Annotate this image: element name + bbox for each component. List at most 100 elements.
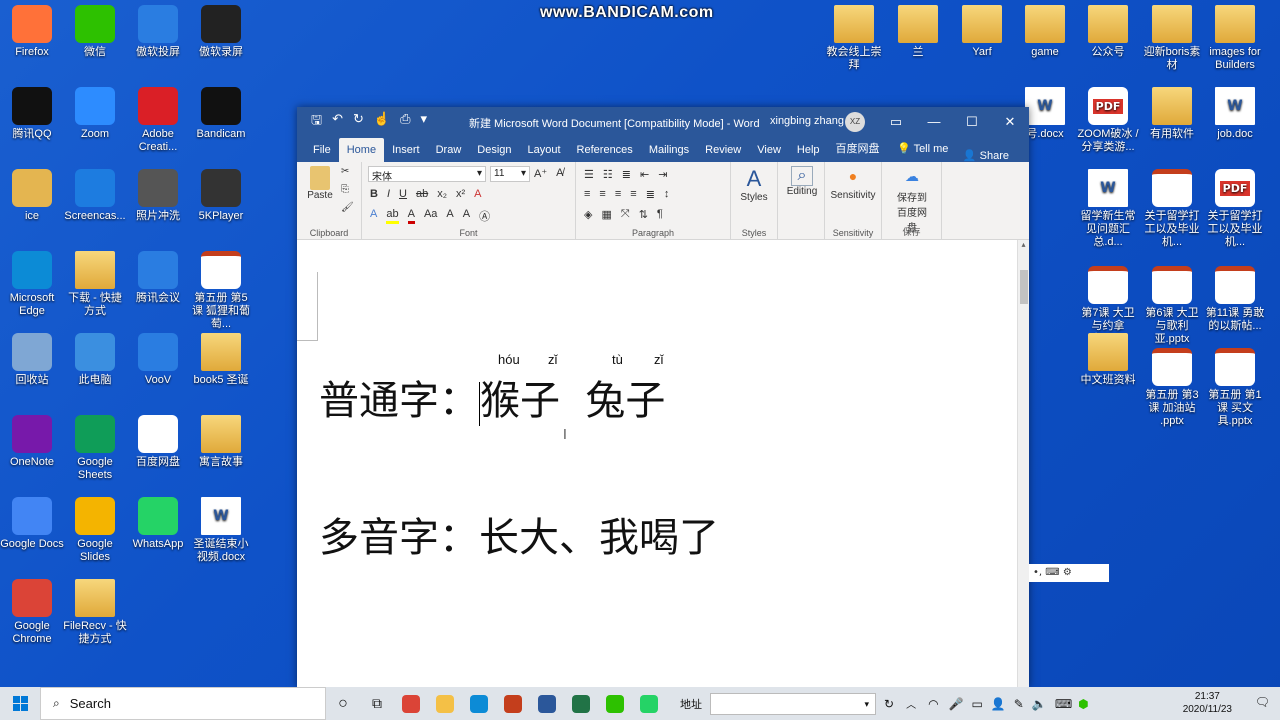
tab-百度网盘[interactable]: 百度网盘 xyxy=(828,134,888,162)
highlight-icon[interactable]: ab xyxy=(386,208,399,224)
text-effects-icon[interactable]: A xyxy=(474,188,481,200)
numbering-icon[interactable]: ☷ xyxy=(603,168,613,181)
tab-home[interactable]: Home xyxy=(338,138,385,162)
grow-font-size-icon[interactable]: A xyxy=(446,208,453,224)
address-box[interactable]: ▾ xyxy=(710,692,876,715)
print-preview-icon[interactable]: ⎙ xyxy=(400,111,410,133)
change-case-icon[interactable]: Aa xyxy=(424,208,437,224)
edge-icon[interactable] xyxy=(462,687,496,720)
desktop-right-icon-8[interactable]: PDF ZOOM破冰 / 分享类游... xyxy=(1076,87,1140,154)
font-name-select[interactable]: 宋体 ▾ xyxy=(368,166,486,183)
clear-format-icon[interactable]: A̸ xyxy=(556,167,563,180)
microphone-icon[interactable]: 🎤 xyxy=(949,697,964,711)
network-icon[interactable]: ◠ xyxy=(928,697,938,711)
desktop-left-icon-18[interactable]: VooV xyxy=(126,333,190,387)
desktop-left-icon-19[interactable]: book5 圣诞 xyxy=(189,333,253,387)
bold-icon[interactable]: B xyxy=(370,188,378,200)
close-icon[interactable]: ✕ xyxy=(991,107,1029,136)
desktop-right-icon-2[interactable]: Yarf xyxy=(950,5,1014,59)
styles-button[interactable]: A Styles xyxy=(737,166,771,203)
desktop-left-icon-5[interactable]: Zoom xyxy=(63,87,127,141)
touch-mode-icon[interactable]: ☝ xyxy=(374,111,390,133)
customize-qa-icon[interactable]: ▾ xyxy=(420,111,427,133)
clock[interactable]: 21:37 2020/11/23 xyxy=(1183,690,1232,716)
underline-icon[interactable]: U xyxy=(399,188,407,200)
tray-chevron-icon[interactable]: ︿ xyxy=(906,696,916,711)
desktop-left-icon-2[interactable]: 傲软投屏 xyxy=(126,5,190,59)
desktop-left-icon-9[interactable]: Screencas... xyxy=(63,169,127,223)
desktop-right-icon-1[interactable]: 兰 xyxy=(886,5,950,59)
desktop-left-icon-11[interactable]: 5KPlayer xyxy=(189,169,253,223)
ime-toolbar[interactable]: •, ⌨ ⚙ xyxy=(1029,564,1109,582)
tab-layout[interactable]: Layout xyxy=(520,138,569,162)
sensitivity-button[interactable]: ● Sensitivity xyxy=(827,168,879,201)
tab-file[interactable]: File xyxy=(305,138,339,162)
decrease-indent-icon[interactable]: ⇤ xyxy=(640,168,649,181)
tab-review[interactable]: Review xyxy=(697,138,749,162)
superscript-icon[interactable]: x² xyxy=(456,188,465,200)
save-icon[interactable]: 🖫 xyxy=(311,111,322,133)
cortana-icon[interactable]: ○ xyxy=(326,687,360,720)
align-left-icon[interactable]: ≡ xyxy=(584,188,590,201)
maximize-icon[interactable]: ☐ xyxy=(953,107,991,136)
file-explorer-icon[interactable] xyxy=(428,687,462,720)
font-color-icon[interactable]: A xyxy=(407,208,415,224)
char-shading-icon[interactable]: Ⓐ xyxy=(479,208,490,224)
desktop-right-icon-13[interactable]: PDF 关于留学打工以及毕业机... xyxy=(1203,169,1267,249)
show-marks-icon[interactable]: ¶ xyxy=(657,208,663,221)
font-size-select[interactable]: 11 ▾ xyxy=(490,166,530,182)
wechat-icon[interactable] xyxy=(598,687,632,720)
whatsapp-icon[interactable] xyxy=(632,687,666,720)
desktop-left-icon-0[interactable]: Firefox xyxy=(0,5,64,59)
desktop-left-icon-27[interactable]: W 圣诞结束小视频.docx xyxy=(189,497,253,564)
tab-view[interactable]: View xyxy=(749,138,789,162)
desktop-right-icon-0[interactable]: 教会线上崇拜 xyxy=(822,5,886,72)
ribbon-display-icon[interactable]: ▭ xyxy=(877,107,915,136)
distributed-icon[interactable]: ≣ xyxy=(646,188,655,201)
desktop-left-icon-29[interactable]: FileRecv - 快捷方式 xyxy=(63,579,127,646)
desktop-left-icon-3[interactable]: 傲软录屏 xyxy=(189,5,253,59)
volume-icon[interactable]: 🔈 xyxy=(1032,697,1047,711)
shading-icon[interactable]: ◈ xyxy=(584,208,592,221)
desktop-left-icon-12[interactable]: Microsoft Edge xyxy=(0,251,64,318)
paste-button[interactable]: Paste xyxy=(307,166,333,201)
desktop-right-icon-16[interactable]: 第11课 勇敢的以斯帖... xyxy=(1203,266,1267,333)
desktop-left-icon-21[interactable]: Google Sheets xyxy=(63,415,127,482)
desktop-left-icon-17[interactable]: 此电脑 xyxy=(63,333,127,387)
line-spacing-icon[interactable]: ↕ xyxy=(664,188,670,201)
minimize-icon[interactable]: — xyxy=(915,107,953,136)
scroll-up-icon[interactable]: ▴ xyxy=(1018,240,1029,249)
tab-mailings[interactable]: Mailings xyxy=(641,138,697,162)
desktop-left-icon-20[interactable]: OneNote xyxy=(0,415,64,469)
pen-icon[interactable]: ✎ xyxy=(1014,697,1024,711)
keyboard-icon[interactable]: ⌨ xyxy=(1055,697,1072,711)
vertical-scrollbar[interactable]: ▴ xyxy=(1017,240,1029,687)
desktop-right-icon-15[interactable]: 第6课 大卫与歌利亚.pptx xyxy=(1140,266,1204,346)
copy-icon[interactable]: ⎘ xyxy=(341,184,349,195)
desktop-left-icon-22[interactable]: 百度网盘 xyxy=(126,415,190,469)
desktop-left-icon-8[interactable]: ice xyxy=(0,169,64,223)
desktop-right-icon-5[interactable]: 迎新boris素材 xyxy=(1140,5,1204,72)
desktop-left-icon-6[interactable]: Adobe Creati... xyxy=(126,87,190,154)
excel-icon[interactable] xyxy=(564,687,598,720)
word-icon[interactable] xyxy=(530,687,564,720)
notification-icon[interactable]: 🗨 xyxy=(1255,695,1270,709)
desktop-left-icon-10[interactable]: 照片冲洗 xyxy=(126,169,190,223)
powerpoint-icon[interactable] xyxy=(496,687,530,720)
tab-design[interactable]: Design xyxy=(469,138,519,162)
desktop-left-icon-13[interactable]: 下载 - 快捷方式 xyxy=(63,251,127,318)
chrome-icon[interactable] xyxy=(394,687,428,720)
tab-help[interactable]: Help xyxy=(789,138,828,162)
format-painter-icon[interactable]: 🖌 xyxy=(341,202,354,213)
tab-insert[interactable]: Insert xyxy=(384,138,428,162)
tell-me[interactable]: 💡 Tell me xyxy=(889,136,956,161)
strikethrough-icon[interactable]: ab xyxy=(416,188,428,200)
desktop-right-icon-18[interactable]: 第五册 第3课 加油站 .pptx xyxy=(1140,348,1204,428)
search-box[interactable]: ⌕ Search xyxy=(40,687,326,720)
italic-icon[interactable]: I xyxy=(387,188,390,200)
desktop-left-icon-26[interactable]: WhatsApp xyxy=(126,497,190,551)
desktop-left-icon-24[interactable]: Google Docs xyxy=(0,497,64,551)
desktop-left-icon-1[interactable]: 微信 xyxy=(63,5,127,59)
battery-icon[interactable]: ▭ xyxy=(972,697,983,711)
task-view-icon[interactable]: ⧉ xyxy=(360,687,394,720)
